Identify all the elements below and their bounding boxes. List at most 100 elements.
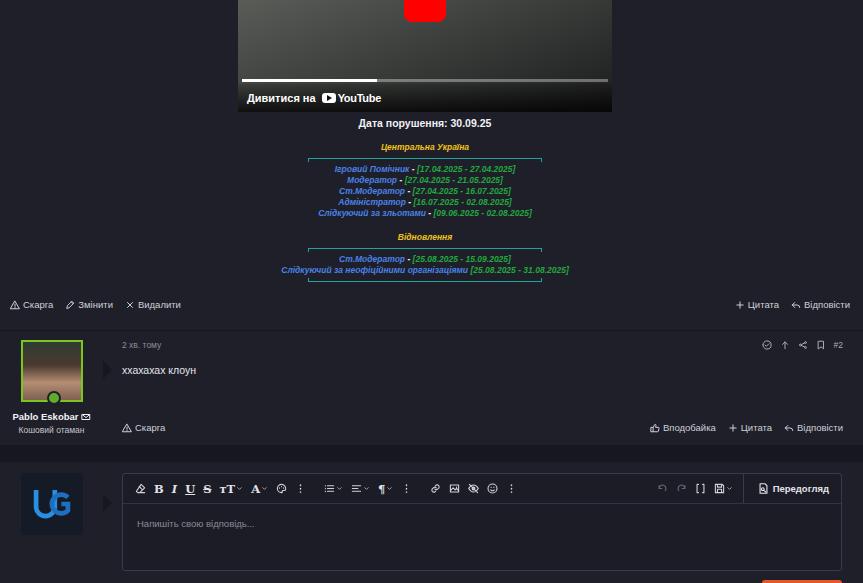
role-name: Адміністратор [338, 197, 406, 207]
role-line: Ст.Модератор - [27.04.2025 - 16.07.2025] [339, 186, 511, 197]
toolbar-button[interactable] [483, 483, 502, 494]
section-title: Центральна Україна [381, 141, 469, 153]
post-action[interactable]: Скарга [10, 299, 53, 310]
toolbar-button[interactable] [445, 483, 464, 494]
post-action[interactable]: Вподобайка [650, 422, 716, 433]
post-action[interactable]: Цитата [735, 299, 779, 310]
post-time[interactable]: 2 хв. тому [122, 340, 161, 350]
role-name: Слідкуючий за зльотами [318, 208, 426, 218]
post-action[interactable]: Відповісти [791, 299, 850, 310]
role-line: Слідкуючий за зльотами - [09.06.2025 - 0… [318, 208, 532, 219]
watch-on-youtube[interactable]: Дивитися наYouTube [238, 84, 612, 112]
share-icon [798, 340, 808, 350]
role-line: Модератор - [27.04.2025 - 21.05.2025] [347, 175, 503, 186]
message-tool[interactable] [762, 340, 772, 350]
editor-toolbar: BIUSтT A ¶ Передогляд [123, 474, 841, 504]
toolbar-button[interactable]: тT [215, 482, 247, 496]
toolbar-button[interactable]: A [247, 482, 272, 496]
toolbar-button[interactable]: S [199, 482, 215, 496]
toolbar-button[interactable] [710, 483, 737, 494]
reply-icon [791, 300, 801, 310]
history-section: ВідновленняСт.Модератор - [25.08.2025 - … [281, 231, 569, 276]
message-header: 2 хв. тому #2 [122, 340, 843, 350]
toolbar-button[interactable]: B [150, 482, 168, 496]
toolbar-button[interactable] [347, 483, 374, 494]
history-section: Центральна Україна Ігровий Помічник - [17… [308, 141, 542, 219]
role-separator: - [426, 208, 434, 218]
check-circle-icon [762, 340, 772, 350]
toolbar-button[interactable] [131, 483, 150, 494]
toolbar-button[interactable] [502, 483, 521, 494]
role-dates: [16.07.2025 - 02.08.2025] [413, 197, 511, 207]
post-actions-right: Вподобайка Цитата Відповісти [650, 422, 843, 433]
role-name: Слідкуючий за неофіційними організаціями [281, 265, 468, 275]
plus-icon [728, 423, 738, 433]
user-title: Кошовий отаман [19, 425, 85, 435]
message-tool[interactable] [780, 340, 790, 350]
toolbar-button[interactable] [426, 483, 445, 494]
post-body: Дивитися наYouTubeДата порушення: 30.09.… [0, 0, 850, 282]
role-name: Ігровий Помічник [335, 164, 410, 174]
reply-placeholder: Напишіть свою відповідь... [137, 518, 255, 529]
post-actions: Скарга Вподобайка Цитата Відповісти [122, 422, 843, 433]
post-action[interactable]: Змінити [65, 299, 113, 310]
caret-icon [336, 485, 343, 492]
message-tool[interactable] [816, 340, 826, 350]
dots-icon [506, 483, 517, 494]
role-line: Слідкуючий за неофіційними організаціями… [281, 265, 569, 276]
toolbar-button[interactable] [464, 483, 483, 494]
section-divider [308, 158, 542, 162]
forum-thread-page: Дивитися наYouTubeДата порушення: 30.09.… [0, 0, 863, 583]
toolbar-button[interactable] [320, 483, 347, 494]
toolbar-button[interactable]: U [181, 482, 199, 496]
role-line: Адміністратор - [16.07.2025 - 02.08.2025… [338, 197, 511, 208]
message-text: ххахахах клоун [122, 363, 843, 377]
username[interactable]: Pablo Eskobar [13, 411, 91, 422]
eraser-icon [135, 483, 146, 494]
preview-button[interactable]: Передогляд [743, 474, 841, 503]
role-line: Ст.Модератор - [25.08.2025 - 15.09.2025] [339, 254, 511, 265]
role-dates: [27.04.2025 - 16.07.2025] [413, 186, 511, 196]
message-tools: #2 [762, 340, 843, 350]
undo-icon [657, 483, 668, 494]
toolbar-glyph: A [251, 482, 260, 496]
video-embed[interactable]: Дивитися наYouTube [238, 0, 612, 112]
post-action[interactable]: Видалити [125, 299, 181, 310]
toolbar-button[interactable] [291, 483, 310, 494]
role-dates: [25.08.2025 - 15.09.2025] [413, 254, 511, 264]
user-info: Pablo Eskobar Кошовий отаман [0, 331, 103, 445]
bookmark-icon [816, 340, 826, 350]
toolbar-button[interactable] [691, 483, 710, 494]
caret-icon [261, 485, 268, 492]
post-action[interactable]: Скарга [122, 422, 165, 433]
toolbar-button[interactable] [272, 483, 291, 494]
video-progress-bar[interactable] [242, 79, 608, 82]
reply-textarea[interactable]: Напишіть свою відповідь... [123, 504, 841, 570]
brackets-icon [695, 483, 706, 494]
close-icon [125, 300, 135, 310]
toolbar-glyph: U [185, 482, 195, 496]
role-separator: - [405, 254, 413, 264]
section-divider [308, 278, 542, 282]
submit-button[interactable] [762, 580, 842, 583]
toolbar-button[interactable]: I [168, 482, 181, 496]
toolbar-button[interactable] [397, 483, 416, 494]
role-dates: [17.04.2025 - 27.04.2025] [417, 164, 515, 174]
edit-icon [65, 300, 75, 310]
play-button[interactable] [404, 0, 446, 22]
message-tool[interactable] [798, 340, 808, 350]
post-action[interactable]: Цитата [728, 422, 772, 433]
toolbar-button[interactable] [653, 483, 672, 494]
role-separator: - [409, 164, 417, 174]
reply-post: Pablo Eskobar Кошовий отаман 2 хв. тому #2 х… [0, 331, 863, 445]
post-number[interactable]: #2 [834, 340, 843, 350]
toolbar-button[interactable] [672, 483, 691, 494]
youtube-play-icon [322, 93, 336, 103]
post-action[interactable]: Відповісти [784, 422, 843, 433]
reply-editor-section: BIUSтT A ¶ Передогляд Напишіть свою відповід… [0, 462, 863, 583]
user-avatar[interactable] [21, 340, 83, 402]
role-separator [468, 265, 470, 275]
caret-icon [236, 485, 243, 492]
toolbar-button[interactable]: ¶ [374, 482, 397, 496]
align-icon [351, 483, 362, 494]
